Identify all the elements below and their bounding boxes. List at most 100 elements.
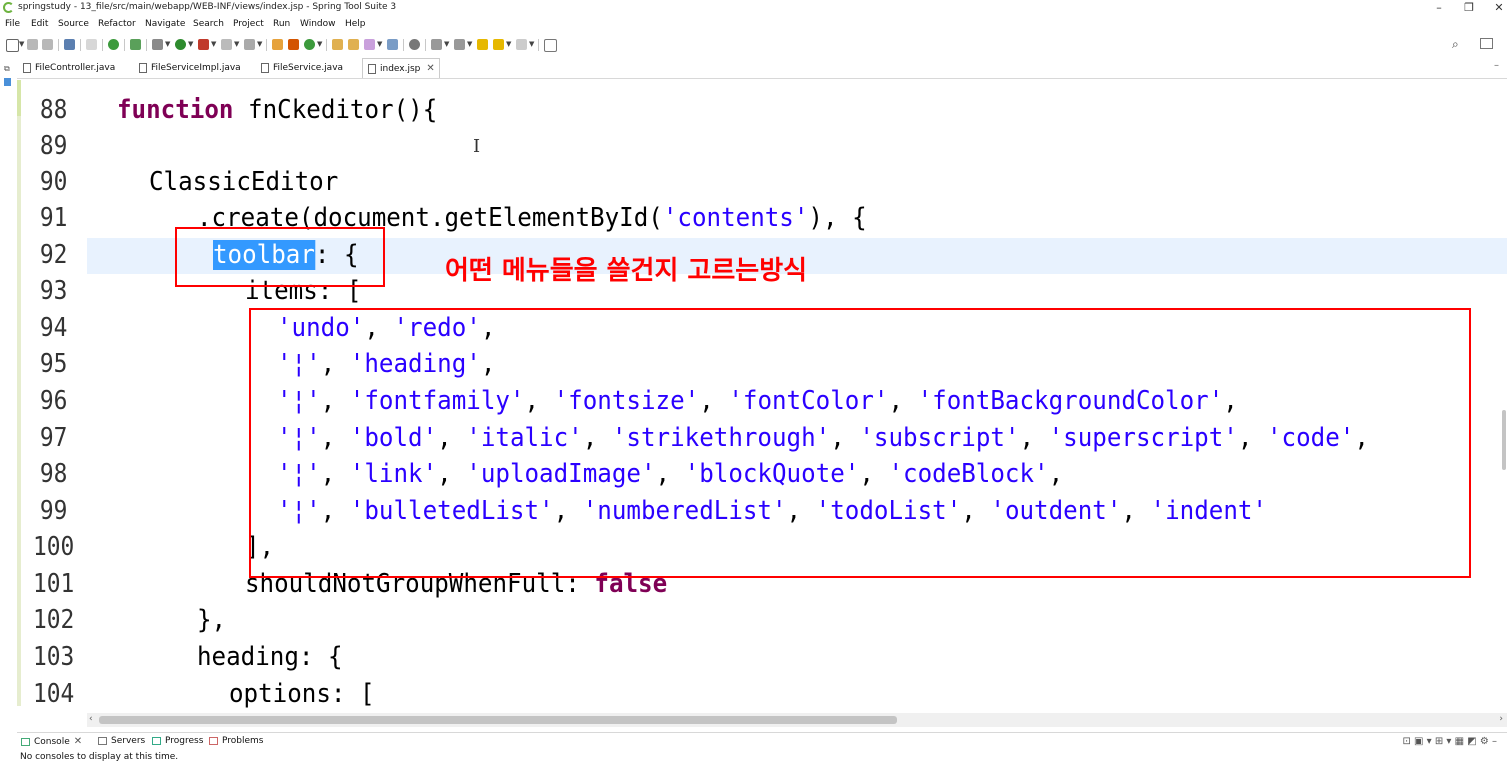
new-package-icon[interactable] (288, 39, 299, 50)
tab-label: Console (34, 736, 70, 747)
pen-icon[interactable] (364, 39, 375, 50)
chevron-right-icon[interactable]: › (1499, 714, 1503, 724)
open-perspective-icon[interactable] (1480, 38, 1493, 49)
new-java-project-icon[interactable] (272, 39, 283, 50)
tab-servers[interactable]: Servers (98, 736, 145, 746)
minimize-editor-icon[interactable]: – (1494, 60, 1499, 71)
last-edit-location-icon[interactable] (477, 39, 488, 50)
vertical-scrollbar[interactable] (1501, 80, 1507, 713)
toolbar-separator (326, 39, 327, 51)
open-type-icon[interactable] (332, 39, 343, 50)
spring-boot-icon[interactable] (130, 39, 141, 50)
java-file-icon (23, 63, 31, 73)
console-icon (21, 737, 30, 746)
console-status-text: No consoles to display at this time. (20, 752, 179, 762)
menu-window[interactable]: Window (300, 19, 336, 29)
line-number: 95 (39, 349, 68, 379)
run-icon[interactable] (175, 39, 186, 50)
chevron-down-icon[interactable]: ▼ (165, 40, 170, 48)
line-number: 100 (32, 532, 75, 562)
chevron-down-icon[interactable]: ▼ (188, 40, 193, 48)
terminal-icon[interactable] (64, 39, 75, 50)
menu-project[interactable]: Project (233, 19, 264, 29)
menu-bar: File Edit Source Refactor Navigate Searc… (0, 17, 1507, 33)
tab-fileserviceimpl[interactable]: FileServiceImpl.java (139, 58, 261, 78)
text-cursor-icon: I (473, 136, 481, 157)
chevron-down-icon[interactable]: ▼ (211, 40, 216, 48)
code-token: ), { (808, 203, 867, 233)
menu-refactor[interactable]: Refactor (98, 19, 136, 29)
console-toolbar-icons[interactable]: ⊡ ▣ ▾ ⊞ ▾ ▦ ◩ ⚙ – (1402, 736, 1497, 747)
stop-icon[interactable] (221, 39, 232, 50)
toggle-mark-occurrences-icon[interactable] (409, 39, 420, 50)
close-window-button[interactable]: ✕ (1492, 1, 1506, 14)
chevron-down-icon[interactable]: ▼ (529, 40, 534, 48)
project-explorer-icon[interactable] (4, 78, 11, 86)
search-toolbar-icon[interactable] (387, 39, 398, 50)
previous-annotation-icon[interactable] (454, 39, 465, 50)
external-tools-icon[interactable] (198, 39, 209, 50)
line-number: 102 (32, 605, 75, 635)
editor-tab-bar: FileController.java FileServiceImpl.java… (17, 58, 1507, 79)
line-number: 99 (39, 496, 68, 526)
tab-fileservice[interactable]: FileService.java (261, 58, 365, 78)
toolbar-separator (425, 39, 426, 51)
main-toolbar: ▼ ▼ ▼ ▼ ▼ ▼ ▼ ▼ ▼ ▼ ▼ ▼ (0, 35, 1507, 55)
close-icon[interactable]: ✕ (426, 63, 434, 74)
spring-tool-suite-icon (3, 2, 14, 13)
tab-console[interactable]: Console ✕ (21, 736, 82, 747)
restore-button[interactable]: ❐ (1462, 1, 1476, 14)
chevron-down-icon[interactable]: ▼ (317, 40, 322, 48)
line-number: 101 (32, 569, 75, 599)
chevron-down-icon[interactable]: ▼ (444, 40, 449, 48)
pin-editor-icon[interactable] (544, 39, 557, 52)
minimize-button[interactable]: – (1432, 1, 1446, 14)
code-line-104: options: [ (229, 679, 375, 709)
tab-label: index.jsp (380, 63, 421, 74)
open-task-icon[interactable] (348, 39, 359, 50)
menu-file[interactable]: File (5, 19, 20, 29)
close-icon[interactable]: ✕ (74, 736, 82, 747)
menu-source[interactable]: Source (58, 19, 89, 29)
new-class-icon[interactable] (304, 39, 315, 50)
highlight-box-items (249, 308, 1471, 578)
save-all-icon[interactable] (42, 39, 53, 50)
chevron-down-icon[interactable]: ▼ (234, 40, 239, 48)
server-start-icon[interactable] (108, 39, 119, 50)
tab-filecontroller[interactable]: FileController.java (23, 58, 141, 78)
restore-view-icon[interactable]: ⧉ (4, 64, 10, 74)
line-number: 90 (39, 167, 68, 197)
forward-icon[interactable] (516, 39, 527, 50)
vertical-scroll-thumb[interactable] (1502, 410, 1506, 470)
debug-icon[interactable] (152, 39, 163, 50)
code-line-102: }, (197, 605, 227, 635)
skip-breakpoints-icon[interactable] (86, 39, 97, 50)
tab-progress[interactable]: Progress (152, 736, 203, 746)
next-annotation-icon[interactable] (431, 39, 442, 50)
deploy-icon[interactable] (244, 39, 255, 50)
back-icon[interactable] (493, 39, 504, 50)
code-editor[interactable]: 88 89 90 91 92 93 94 95 96 97 98 99 100 … (17, 80, 1507, 713)
save-icon[interactable] (27, 39, 38, 50)
menu-run[interactable]: Run (273, 19, 290, 29)
change-marker (17, 80, 21, 116)
line-number: 88 (39, 95, 68, 125)
tab-problems[interactable]: Problems (209, 736, 263, 746)
horizontal-scrollbar[interactable]: ‹ › (87, 713, 1507, 727)
chevron-left-icon[interactable]: ‹ (89, 714, 93, 724)
menu-help[interactable]: Help (345, 19, 366, 29)
menu-edit[interactable]: Edit (31, 19, 48, 29)
chevron-down-icon[interactable]: ▼ (506, 40, 511, 48)
menu-navigate[interactable]: Navigate (145, 19, 185, 29)
chevron-down-icon[interactable]: ▼ (19, 40, 24, 48)
java-file-icon (261, 63, 269, 73)
chevron-down-icon[interactable]: ▼ (467, 40, 472, 48)
chevron-down-icon[interactable]: ▼ (377, 40, 382, 48)
search-icon[interactable]: ⌕ (1452, 37, 1459, 52)
horizontal-scroll-thumb[interactable] (99, 716, 897, 724)
tab-label: Problems (222, 736, 264, 746)
tab-index-jsp[interactable]: index.jsp ✕ (362, 58, 440, 78)
chevron-down-icon[interactable]: ▼ (257, 40, 262, 48)
new-file-icon[interactable] (6, 39, 19, 52)
menu-search[interactable]: Search (193, 19, 224, 29)
